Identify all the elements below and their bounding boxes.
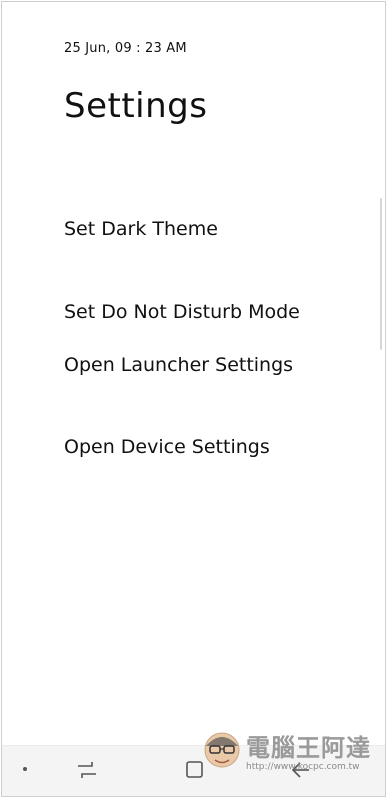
watermark-url: http://www.kocpc.com.tw [246, 762, 360, 772]
setting-device-settings[interactable]: Open Device Settings [64, 436, 270, 458]
status-datetime: 25 Jun, 09 : 23 AM [64, 41, 187, 56]
mascot-face-icon [202, 728, 242, 772]
page-title: Settings [64, 86, 208, 126]
recents-icon[interactable] [74, 757, 100, 787]
setting-do-not-disturb[interactable]: Set Do Not Disturb Mode [64, 301, 300, 323]
dot-indicator-icon [23, 767, 27, 771]
watermark-logo: 電腦王阿達 http://www.kocpc.com.tw [202, 726, 380, 780]
phone-screen: 25 Jun, 09 : 23 AM Settings Set Dark The… [1, 1, 386, 797]
setting-launcher-settings[interactable]: Open Launcher Settings [64, 354, 293, 376]
scroll-indicator [380, 198, 382, 350]
watermark-title: 電腦王阿達 [246, 734, 371, 762]
setting-dark-theme[interactable]: Set Dark Theme [64, 218, 218, 240]
